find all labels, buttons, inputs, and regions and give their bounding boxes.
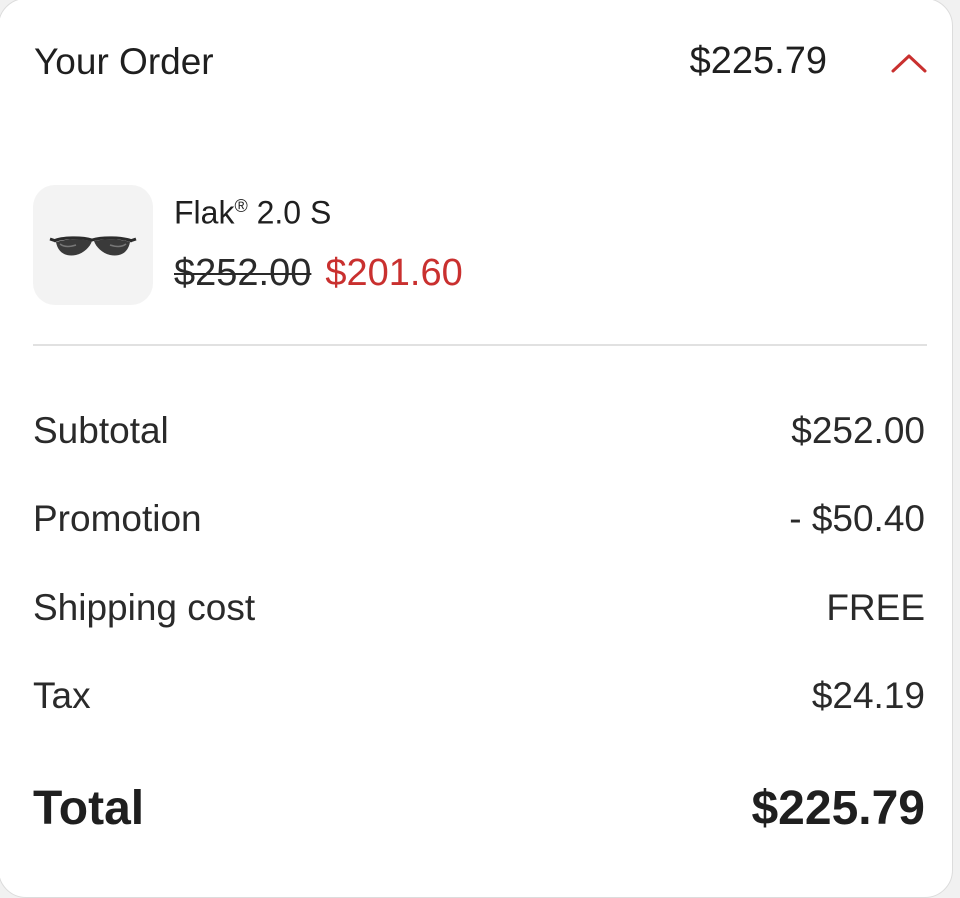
order-header-total: $225.79 (689, 40, 827, 82)
subtotal-label: Subtotal (33, 410, 169, 451)
divider (33, 344, 927, 346)
chevron-up-icon (891, 54, 927, 73)
tax-label: Tax (33, 675, 91, 716)
sale-price: $201.60 (325, 252, 463, 294)
summary-row-shipping: Shipping cost FREE (33, 584, 925, 634)
subtotal-value: $252.00 (791, 410, 925, 451)
promotion-value: - $50.40 (789, 498, 925, 539)
total-value: $225.79 (751, 782, 925, 835)
order-title: Your Order (34, 41, 214, 82)
order-header[interactable]: Your Order $225.79 (0, 0, 954, 124)
order-item: Flak® 2.0 S $252.00 $201.60 (0, 177, 954, 317)
shipping-value: FREE (826, 587, 925, 628)
summary-row-subtotal: Subtotal $252.00 (33, 407, 925, 457)
summary-row-total: Total $225.79 (33, 781, 925, 839)
original-price: $252.00 (174, 252, 312, 294)
summary-row-tax: Tax $24.19 (33, 672, 925, 722)
registered-mark: ® (234, 196, 248, 216)
summary-row-promotion: Promotion - $50.40 (33, 495, 925, 545)
product-name: Flak® 2.0 S (174, 187, 331, 232)
shipping-label: Shipping cost (33, 587, 256, 628)
product-price-row: $252.00 $201.60 (174, 251, 463, 295)
product-name-text: Flak (174, 194, 235, 231)
tax-value: $24.19 (811, 675, 925, 716)
product-thumbnail (33, 185, 153, 305)
total-label: Total (33, 782, 145, 835)
sunglasses-icon (49, 236, 137, 256)
product-name-suffix: 2.0 S (247, 194, 332, 231)
promotion-label: Promotion (33, 498, 202, 539)
collapse-toggle-button[interactable] (879, 43, 939, 83)
order-summary-card: Your Order $225.79 Flak® 2.0 S $252.00 $2… (0, 0, 953, 898)
